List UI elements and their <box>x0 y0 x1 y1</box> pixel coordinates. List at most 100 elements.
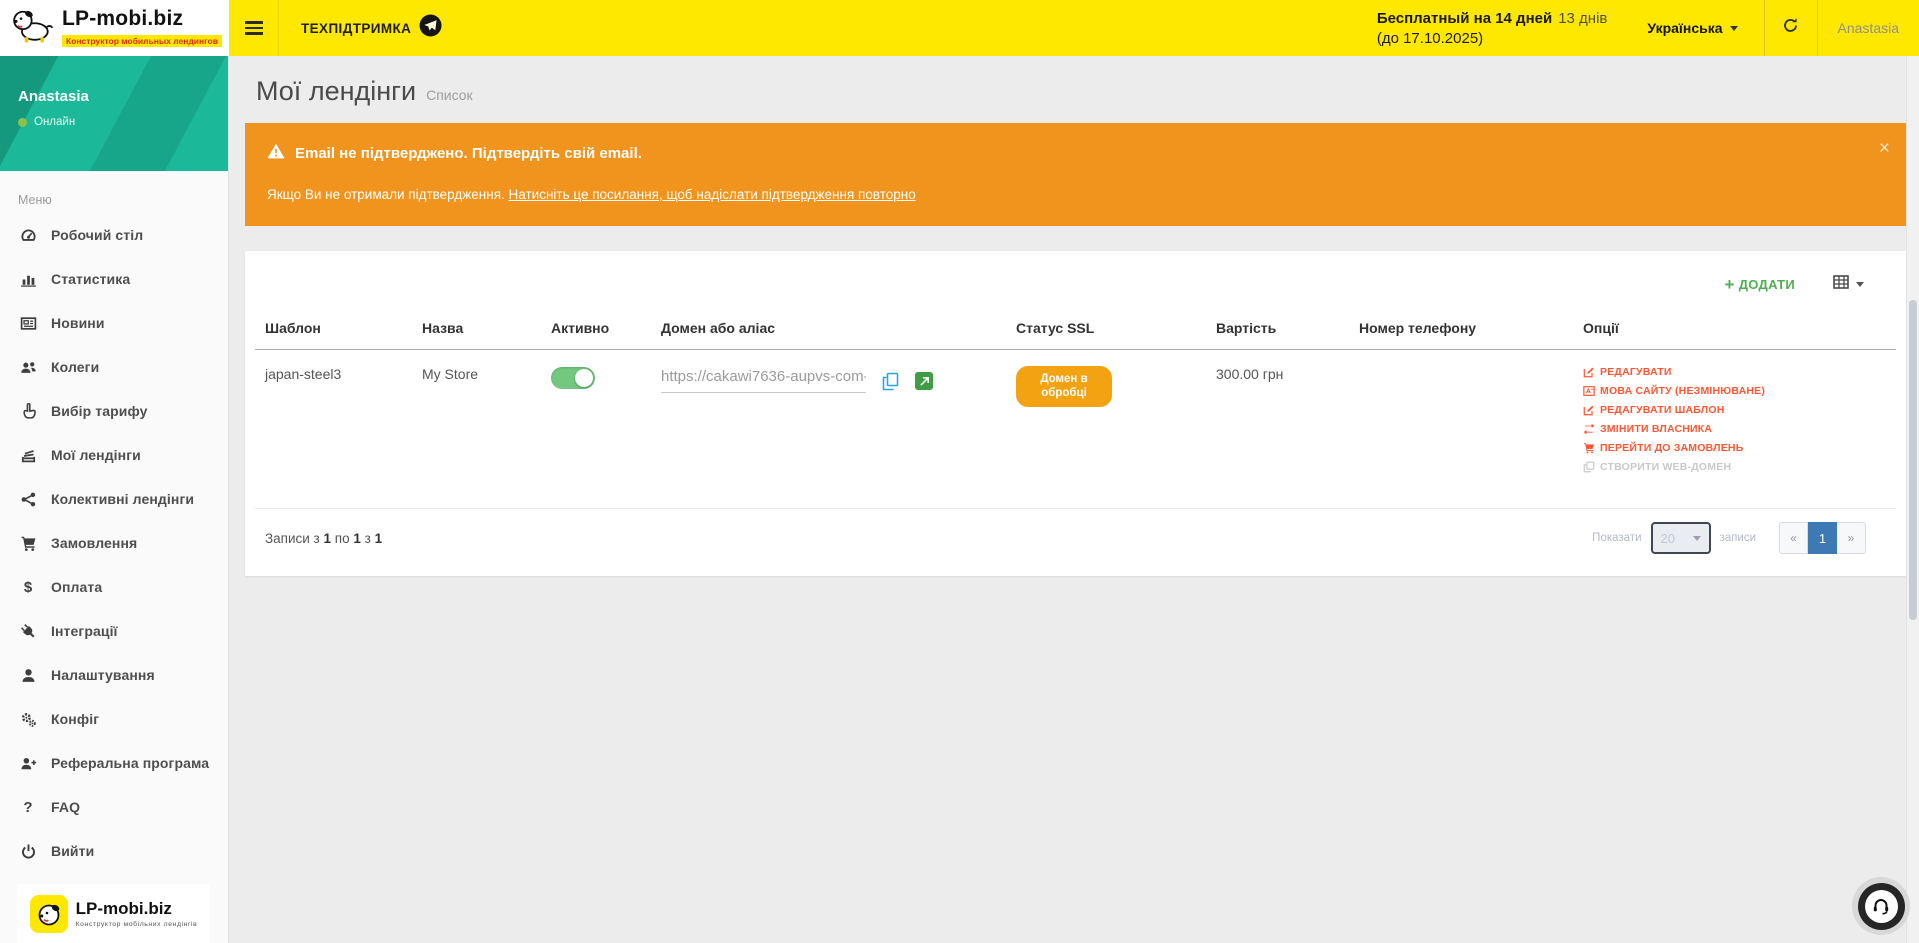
close-icon[interactable]: × <box>1879 139 1890 158</box>
collective-icon <box>18 491 38 508</box>
colleagues-icon <box>18 359 38 376</box>
sidebar-item-dashboard[interactable]: Робочий стіл <box>0 213 228 257</box>
table-toolbar: + ДОДАТИ <box>245 251 1906 310</box>
refresh-button[interactable] <box>1765 0 1817 56</box>
option-change-owner[interactable]: ЗМІНИТИ ВЛАСНИКА <box>1583 423 1886 435</box>
chat-widget-button[interactable] <box>1852 877 1910 935</box>
sidebar-item-orders[interactable]: Замовлення <box>0 521 228 565</box>
sidebar-item-logout[interactable]: Вийти <box>0 829 228 873</box>
domain-input[interactable] <box>661 366 866 393</box>
records-label: записи <box>1720 532 1757 544</box>
col-header-active: Активно <box>541 310 651 350</box>
col-header-domain: Домен або аліас <box>651 310 1006 350</box>
email-alert: Email не підтверджено. Підтвердіть свій … <box>245 123 1906 226</box>
col-header-options: Опції <box>1573 310 1896 350</box>
pagination-next-button[interactable]: » <box>1837 522 1866 554</box>
option-site-language[interactable]: МОВА САЙТУ (НЕЗМІНЮВАНЕ) <box>1583 385 1886 397</box>
sidebar-item-label: Мої лендінги <box>51 447 141 463</box>
option-go-to-orders[interactable]: ПЕРЕЙТИ ДО ЗАМОВЛЕНЬ <box>1583 442 1886 454</box>
open-site-icon[interactable] <box>915 372 933 390</box>
sidebar-item-config[interactable]: Конфіг <box>0 697 228 741</box>
sidebar-item-payment[interactable]: $ Оплата <box>0 565 228 609</box>
edit-template-icon <box>1583 404 1595 416</box>
table-grid-icon <box>1833 275 1849 294</box>
language-selector[interactable]: Українська <box>1641 0 1763 56</box>
active-toggle[interactable] <box>551 367 595 389</box>
pagination-page-1[interactable]: 1 <box>1808 522 1837 554</box>
sidebar-item-integrations[interactable]: Інтеграції <box>0 609 228 653</box>
page-size-value: 20 <box>1661 531 1675 546</box>
warning-icon <box>267 143 285 163</box>
faq-icon: ? <box>18 799 38 816</box>
sidebar-item-colleagues[interactable]: Колеги <box>0 345 228 389</box>
menu-section-label: Меню <box>18 193 228 207</box>
cell-options: РЕДАГУВАТИ МОВА САЙТУ (НЕЗМІНЮВАНЕ) РЕДА… <box>1573 350 1896 509</box>
orders-icon <box>18 535 38 552</box>
language-label: Українська <box>1647 20 1722 36</box>
settings-icon <box>18 667 38 684</box>
cell-price: 300.00 грн <box>1206 350 1349 509</box>
resend-confirmation-link[interactable]: Натисніть це посилання, щоб надіслати пі… <box>509 187 916 202</box>
user-menu[interactable]: Anastasia <box>1818 0 1919 56</box>
brand-name: LP-mobi.biz <box>62 7 222 31</box>
copy-icon[interactable] <box>881 372 900 394</box>
chevron-down-icon <box>1856 282 1864 287</box>
news-icon <box>18 315 38 332</box>
sidebar-item-label: Інтеграції <box>51 623 118 639</box>
trial-until: (до 17.10.2025) <box>1377 30 1608 47</box>
sidebar: Anastasia Онлайн Меню Робочий стіл Стати… <box>0 56 229 943</box>
chevron-down-icon <box>1730 26 1738 31</box>
page-subtitle: Список <box>426 87 473 103</box>
cell-phone <box>1349 350 1573 509</box>
topbar-username: Anastasia <box>1838 20 1899 36</box>
sidebar-item-news[interactable]: Новини <box>0 301 228 345</box>
add-landing-button[interactable]: + ДОДАТИ <box>1724 276 1795 293</box>
sidebar-username: Anastasia <box>18 88 89 105</box>
trial-days-left: 13 днів <box>1552 10 1607 27</box>
sidebar-item-settings[interactable]: Налаштування <box>0 653 228 697</box>
show-label: Показати <box>1592 532 1641 544</box>
sidebar-item-statistics[interactable]: Статистика <box>0 257 228 301</box>
trial-info: Бесплатный на 14 дней13 днів (до 17.10.2… <box>1377 0 1642 56</box>
payment-icon: $ <box>18 579 38 596</box>
scrollbar-thumb[interactable] <box>1909 300 1917 620</box>
toggle-knob <box>575 369 593 387</box>
column-visibility-dropdown[interactable] <box>1833 275 1864 294</box>
sidebar-item-label: Реферальна програма <box>51 755 209 771</box>
sidebar-item-referral[interactable]: Реферальна програма <box>0 741 228 785</box>
table-footer: Записи з 1 по 1 з 1 Показати 20 записи «… <box>245 509 1906 574</box>
sidebar-item-tariff[interactable]: Вибір тарифу <box>0 389 228 433</box>
logout-icon <box>18 843 38 860</box>
sidebar-item-label: FAQ <box>51 799 80 815</box>
brand-logo[interactable]: LP-mobi.biz Конструктор мобильных лендин… <box>0 0 229 56</box>
exchange-icon <box>1583 423 1595 435</box>
option-edit[interactable]: РЕДАГУВАТИ <box>1583 366 1886 378</box>
headset-icon <box>1865 890 1898 923</box>
support-link[interactable]: ТЕХПІДТРИМКА <box>279 0 464 56</box>
option-edit-template[interactable]: РЕДАГУВАТИ ШАБЛОН <box>1583 404 1886 416</box>
sidebar-item-label: Новини <box>51 315 105 331</box>
page-size-select[interactable]: 20 <box>1651 522 1711 554</box>
sidebar-item-my-landings[interactable]: Мої лендінги <box>0 433 228 477</box>
sidebar-item-label: Конфіг <box>51 711 99 727</box>
sidebar-item-collective-landings[interactable]: Колективні лендінги <box>0 477 228 521</box>
sidebar-item-label: Вибір тарифу <box>51 403 148 419</box>
pagination-prev-button[interactable]: « <box>1779 522 1808 554</box>
user-status: Онлайн <box>18 116 75 128</box>
sidebar-item-faq[interactable]: ? FAQ <box>0 785 228 829</box>
records-info: Записи з 1 по 1 з 1 <box>265 531 382 546</box>
dashboard-icon <box>18 227 38 244</box>
scrollbar-track[interactable] <box>1906 56 1919 943</box>
sidebar-item-label: Оплата <box>51 579 102 595</box>
sidebar-toggle-button[interactable] <box>229 0 279 56</box>
sidebar-item-label: Робочий стіл <box>51 227 143 243</box>
page-header: Мої лендінги Список <box>229 56 1919 121</box>
sidebar-item-label: Налаштування <box>51 667 155 683</box>
brand-tagline: Конструктор мобильных лендингов <box>62 35 222 47</box>
col-header-ssl: Статус SSL <box>1006 310 1206 350</box>
table-row: japan-steel3 My Store <box>255 350 1896 509</box>
alert-text: Якщо Ви не отримали підтвердження. <box>267 187 509 202</box>
page-title: Мої лендінги <box>256 76 416 107</box>
landings-icon <box>18 447 38 464</box>
clone-icon <box>1583 461 1595 473</box>
